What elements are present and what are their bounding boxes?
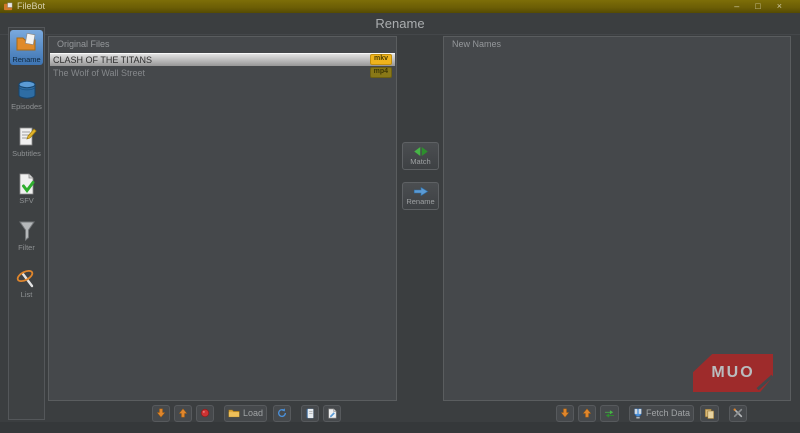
file-name: The Wolf of Wall Street [53,68,145,78]
sidebar-item-episodes[interactable]: Episodes [10,77,43,112]
remove-button[interactable] [196,405,214,422]
edit-page-icon [327,408,337,419]
move-up-button[interactable] [174,405,192,422]
move-up-button[interactable] [578,405,596,422]
sync-arrows-icon [277,408,287,418]
move-down-button[interactable] [556,405,574,422]
file-name: CLASH OF THE TITANS [53,55,152,65]
wrench-icon [733,408,743,418]
titlebar: FileBot – □ × [0,0,800,13]
file-extension-badge: mp4 [370,67,392,78]
original-files-toolbar: Load [152,404,341,422]
sidebar: Rename Episodes Subtitles [8,27,45,420]
file-row[interactable]: CLASH OF THE TITANS mkv [50,53,395,66]
arrow-down-icon [560,408,570,418]
sidebar-item-label: Filter [18,243,35,252]
load-button[interactable]: Load [224,405,267,422]
app-icon [4,2,13,11]
record-dot-icon [200,408,210,418]
swap-button[interactable] [600,405,619,422]
rename-arrow-icon [413,187,429,196]
original-files-caption: Original Files [57,39,110,49]
folder-icon [228,408,240,418]
window-footer [0,422,800,433]
original-files-panel: Original Files CLASH OF THE TITANS mkv T… [48,36,397,401]
sidebar-item-sfv[interactable]: SFV [10,171,43,206]
new-names-panel: New Names MUO [443,36,791,401]
minimize-button[interactable]: – [734,0,739,13]
history-book-icon [305,408,315,419]
page-title: Rename [0,13,800,35]
arrow-down-icon [156,408,166,418]
sync-button[interactable] [273,405,291,422]
arrow-up-icon [582,408,592,418]
fetch-data-icon [633,408,643,419]
maximize-button[interactable]: □ [755,0,760,13]
settings-tools-button[interactable] [729,405,747,422]
sidebar-item-label: Subtitles [12,149,41,158]
episodes-icon [15,79,39,101]
match-button-label: Match [410,157,430,166]
rename-button-label: Rename [406,197,434,206]
file-row[interactable]: The Wolf of Wall Street mp4 [50,66,395,79]
sidebar-item-subtitles[interactable]: Subtitles [10,124,43,159]
list-icon [15,267,39,289]
file-extension-badge: mkv [370,54,392,65]
load-button-label: Load [243,408,263,418]
close-button[interactable]: × [777,0,782,13]
sidebar-item-label: List [21,290,33,299]
window-title: FileBot [17,0,45,13]
arrow-up-icon [178,408,188,418]
sidebar-item-label: SFV [19,196,34,205]
fetch-data-button-label: Fetch Data [646,408,690,418]
sidebar-item-filter[interactable]: Filter [10,218,43,253]
filebot-window: FileBot – □ × Rename Rename Episodes [0,0,800,433]
move-down-button[interactable] [152,405,170,422]
sidebar-item-rename[interactable]: Rename [10,30,43,65]
edit-format-button[interactable] [323,405,341,422]
copy-button[interactable] [700,405,719,422]
sidebar-item-list[interactable]: List [10,265,43,300]
swap-arrows-icon [604,409,615,418]
sfv-icon [15,173,39,195]
rename-button[interactable]: Rename [402,182,439,210]
copy-pages-icon [704,408,715,419]
sidebar-item-label: Episodes [11,102,42,111]
match-button[interactable]: Match [402,142,439,170]
original-files-list: CLASH OF THE TITANS mkv The Wolf of Wall… [50,53,395,79]
sidebar-item-label: Rename [12,55,40,64]
rename-icon [15,32,39,54]
muo-watermark: MUO [693,354,773,392]
filter-icon [15,220,39,242]
new-names-caption: New Names [452,39,501,49]
muo-watermark-text: MUO [711,364,754,382]
subtitles-icon [15,126,39,148]
fetch-data-button[interactable]: Fetch Data [629,405,694,422]
new-names-toolbar: Fetch Data [556,404,747,422]
history-button[interactable] [301,405,319,422]
match-icon [413,147,429,156]
